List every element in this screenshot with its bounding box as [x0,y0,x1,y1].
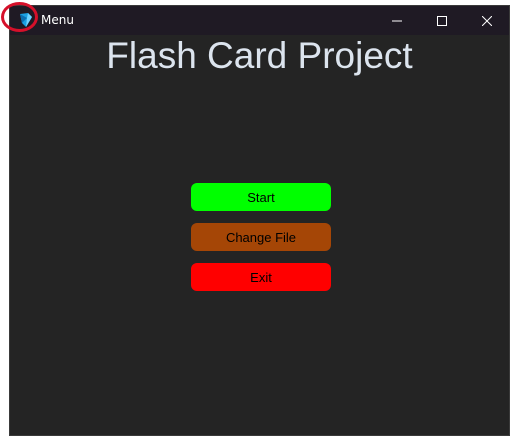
minimize-icon [392,16,402,26]
title-bar[interactable]: Menu [10,6,509,35]
exit-button[interactable]: Exit [191,263,331,291]
app-window: Menu Flash Card Project Start Change Fil… [9,5,510,436]
start-button[interactable]: Start [191,183,331,211]
maximize-button[interactable] [419,6,465,35]
page-title: Flash Card Project [106,35,413,76]
change-file-button[interactable]: Change File [191,223,331,251]
window-title: Menu [41,13,74,27]
close-icon [482,15,492,26]
maximize-icon [437,15,447,26]
close-button[interactable] [464,6,509,35]
minimize-button[interactable] [374,6,420,35]
app-icon[interactable] [18,12,34,28]
